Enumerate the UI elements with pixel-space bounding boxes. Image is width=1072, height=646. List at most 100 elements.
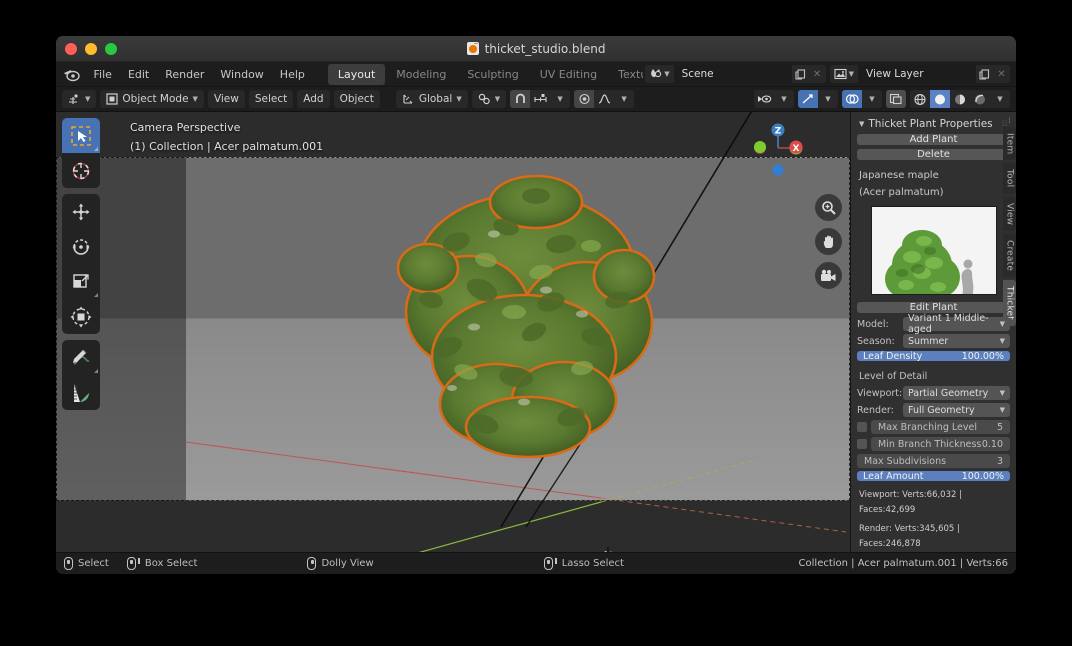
menu-edit[interactable]: Edit — [121, 65, 156, 84]
show-overlays-toggle[interactable] — [842, 90, 862, 108]
zoom-view-icon[interactable] — [815, 194, 842, 221]
keymap-dolly-view-label: Dolly View — [321, 558, 374, 569]
viewport-menu-view[interactable]: View — [207, 90, 245, 108]
tool-measure[interactable] — [62, 375, 100, 410]
menu-file[interactable]: File — [87, 65, 119, 84]
blender-logo-icon[interactable] — [62, 65, 81, 83]
camera-view-icon[interactable] — [815, 262, 842, 289]
menu-render[interactable]: Render — [158, 65, 211, 84]
minimize-window-button[interactable] — [85, 43, 97, 55]
tool-cursor[interactable] — [62, 153, 100, 188]
workspace-tab-layout[interactable]: Layout — [327, 63, 386, 85]
lod-viewport-dropdown[interactable]: Partial Geometry ▼ — [903, 386, 1010, 401]
new-scene-button[interactable] — [791, 65, 809, 83]
visibility-chevron-down-icon[interactable]: ▼ — [774, 90, 794, 108]
topbar-id-selectors: ▼ Scene ✕ ▼ View Layer ✕ — [645, 65, 1010, 83]
workspace-tab-modeling[interactable]: Modeling — [386, 64, 456, 85]
tree-object-acer-palmatum[interactable] — [386, 172, 666, 472]
sidebar-tab-item[interactable]: Item — [1003, 127, 1016, 161]
view-layer-browse-icon[interactable]: ▼ — [829, 65, 858, 83]
viewport-toolbar — [62, 118, 100, 410]
min-thickness-checkbox[interactable] — [857, 439, 867, 450]
viewport-menu-object[interactable]: Object — [333, 90, 380, 108]
viewport-menu-add[interactable]: Add — [297, 90, 330, 108]
3d-viewport[interactable]: Acer palmatum.001 Camera Perspective (1)… — [56, 112, 850, 552]
falloff-chevron-down-icon[interactable]: ▼ — [614, 90, 635, 108]
tool-rotate[interactable] — [62, 229, 100, 264]
lod-render-value: Full Geometry — [908, 404, 975, 416]
workspace-tab-texture[interactable]: Texture — [608, 64, 643, 85]
tool-select-box[interactable] — [62, 118, 100, 153]
menu-help[interactable]: Help — [273, 65, 312, 84]
workspace-tab-sculpting[interactable]: Sculpting — [457, 64, 528, 85]
stats-render: Render: Verts:345,605 | Faces:246,878 — [859, 524, 960, 550]
object-visibility-icon[interactable] — [754, 90, 774, 108]
workspace-tab-uv-editing[interactable]: UV Editing — [530, 64, 607, 85]
tool-group-annotate — [62, 340, 100, 410]
add-plant-button[interactable]: Add Plant — [857, 134, 1010, 145]
maximize-window-button[interactable] — [105, 43, 117, 55]
snap-magnet-toggle[interactable] — [510, 90, 531, 108]
transform-orientation-selector[interactable]: Global ▼ — [395, 90, 468, 108]
delete-plant-button[interactable]: Delete — [857, 149, 1010, 160]
scene-name-field[interactable]: Scene — [673, 65, 792, 83]
max-branching-checkbox[interactable] — [857, 422, 867, 433]
show-gizmo-toggle[interactable] — [798, 90, 818, 108]
mouse-middle-icon — [307, 557, 317, 570]
leaf-amount-slider[interactable]: Leaf Amount 100.00% — [857, 471, 1010, 482]
max-subdivisions-field[interactable]: Max Subdivisions 3 — [857, 454, 1010, 469]
tool-scale[interactable] — [62, 264, 100, 299]
3d-cursor — [595, 547, 621, 552]
shading-chevron-down-icon[interactable]: ▼ — [990, 90, 1010, 108]
stats-viewport: Viewport: Verts:66,032 | Faces:42,699 — [859, 490, 962, 516]
material-preview-shading-icon[interactable] — [950, 90, 970, 108]
falloff-type-selector[interactable] — [594, 90, 615, 108]
sidebar-tab-tool[interactable]: Tool — [1003, 163, 1016, 194]
leaf-amount-value: 100.00% — [961, 471, 1004, 482]
mouse-left-drag-icon — [126, 557, 136, 570]
remove-view-layer-button[interactable]: ✕ — [993, 65, 1010, 83]
panel-header-thicket[interactable]: ▼ Thicket Plant Properties ⦙⦙ — [857, 117, 1010, 134]
max-branching-field[interactable]: Max Branching Level 5 — [871, 420, 1010, 435]
toggle-xray-button[interactable] — [886, 90, 906, 108]
unlink-scene-button[interactable]: ✕ — [808, 65, 826, 83]
model-dropdown[interactable]: Variant 1 Middle-aged ▼ — [903, 313, 1010, 335]
overlay-chevron-down-icon[interactable]: ▼ — [862, 90, 882, 108]
view-layer-name-field[interactable]: View Layer — [858, 65, 976, 83]
sidebar-tab-create[interactable]: Create — [1003, 233, 1016, 277]
rendered-shading-icon[interactable] — [970, 90, 990, 108]
plant-thumbnail-preview[interactable] — [870, 206, 997, 296]
edit-plant-button[interactable]: Edit Plant — [857, 302, 1010, 314]
viewport-menu-select[interactable]: Select — [248, 90, 294, 108]
leaf-density-slider[interactable]: Leaf Density 100.00% — [857, 351, 1010, 362]
interaction-mode-selector[interactable]: Object Mode ▼ — [100, 90, 204, 108]
season-dropdown[interactable]: Summer ▼ — [903, 334, 1010, 349]
new-view-layer-button[interactable] — [976, 65, 993, 83]
tool-transform[interactable] — [62, 299, 100, 334]
view-axis-gizmo[interactable]: X Z — [750, 120, 806, 176]
editor-type-selector[interactable]: ▼ — [62, 90, 97, 108]
wireframe-shading-icon[interactable] — [910, 90, 930, 108]
close-window-button[interactable] — [65, 43, 77, 55]
tool-annotate[interactable] — [62, 340, 100, 375]
proportional-editing-toggle[interactable] — [574, 90, 595, 108]
gizmo-chevron-down-icon[interactable]: ▼ — [818, 90, 838, 108]
scene-selector[interactable]: ▼ Scene ✕ — [645, 65, 826, 83]
keymap-select-label: Select — [78, 558, 109, 569]
sidebar-tab-column: ⁞ Item Tool View Create Thicket — [1002, 116, 1016, 329]
keymap-box-select-label: Box Select — [144, 558, 198, 569]
scene-browse-icon[interactable]: ▼ — [645, 65, 674, 83]
move-view-hand-icon[interactable] — [815, 228, 842, 255]
lod-render-dropdown[interactable]: Full Geometry ▼ — [903, 403, 1010, 418]
solid-shading-icon[interactable] — [930, 90, 950, 108]
min-thickness-field[interactable]: Min Branch Thickness 0.10 — [871, 437, 1010, 452]
view-layer-selector[interactable]: ▼ View Layer ✕ — [829, 65, 1010, 83]
viewport-collection-object: (1) Collection | Acer palmatum.001 — [130, 140, 324, 153]
tool-move[interactable] — [62, 194, 100, 229]
drag-tick-icon-2 — [554, 558, 557, 564]
snap-chevron-down-icon[interactable]: ▼ — [550, 90, 571, 108]
sidebar-tab-view[interactable]: View — [1003, 196, 1016, 231]
snap-type-selector[interactable] — [530, 90, 551, 108]
menu-window[interactable]: Window — [213, 65, 270, 84]
pivot-point-selector[interactable]: ▼ — [471, 90, 507, 108]
